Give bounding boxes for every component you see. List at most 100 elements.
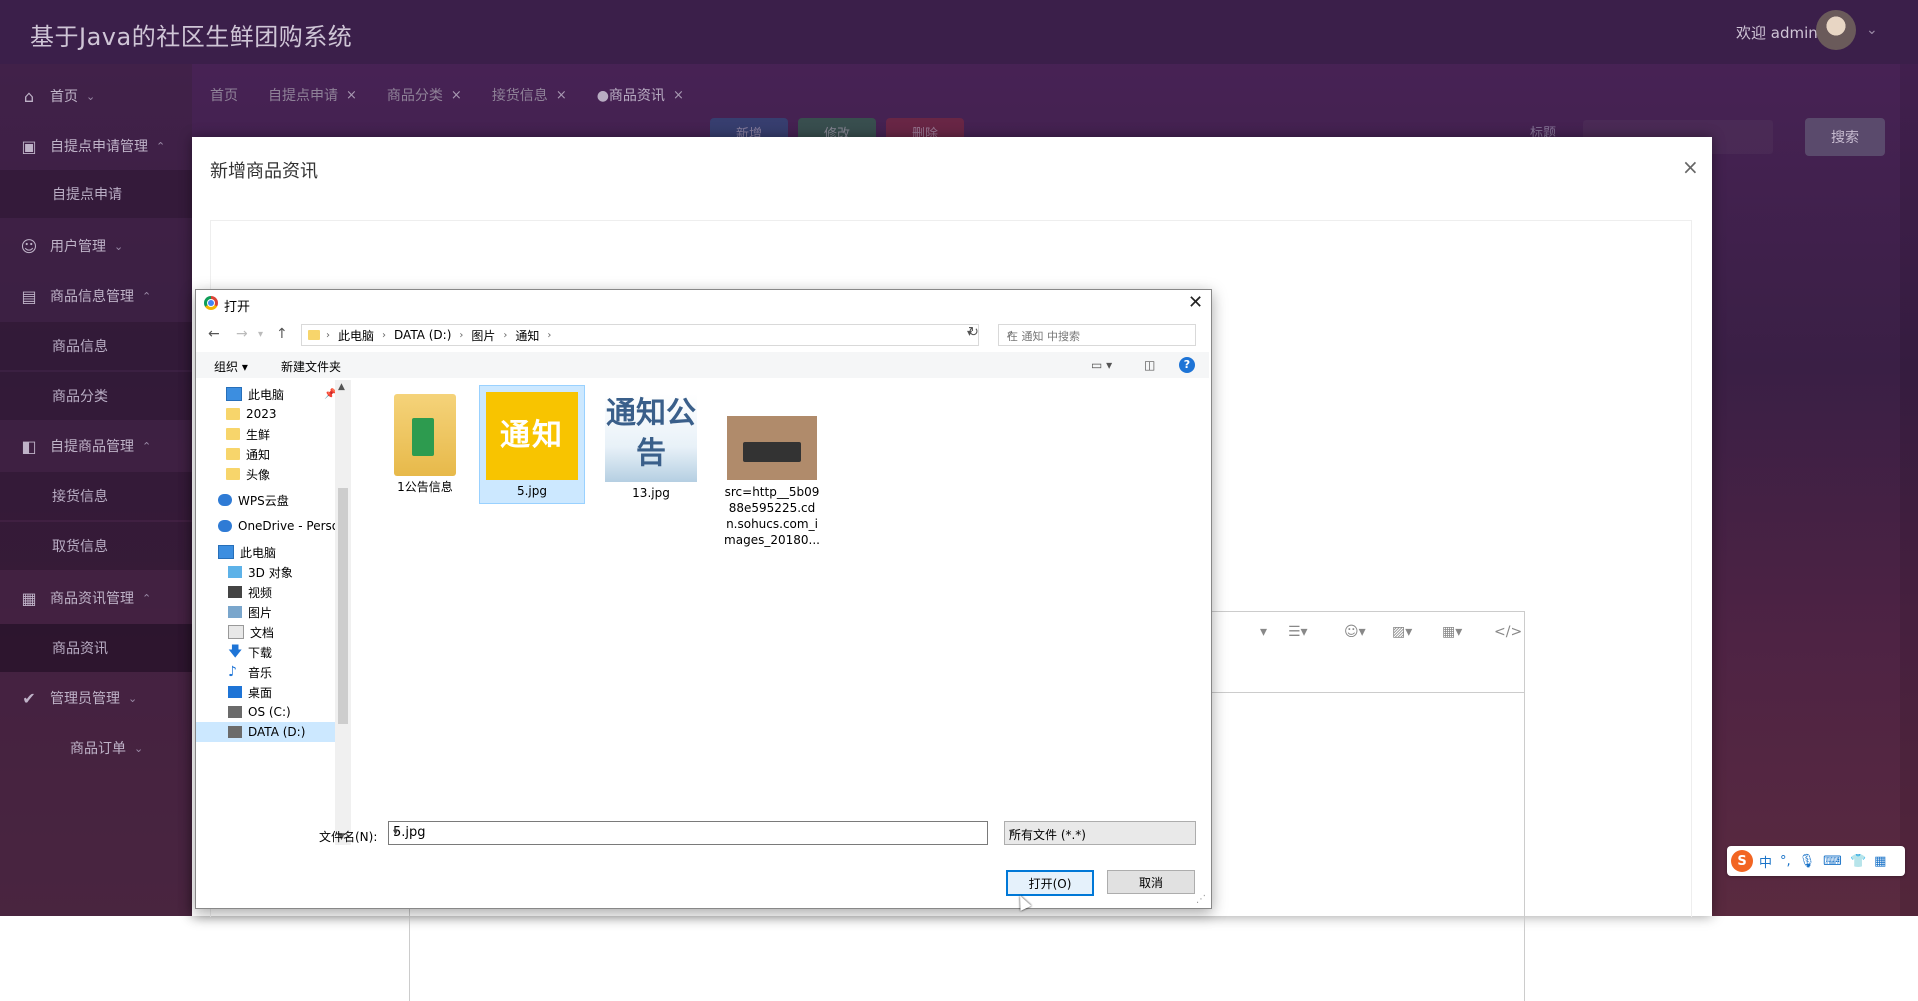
sidebar-item-news-mgmt[interactable]: ▦ 商品资讯管理 ⌃ [0, 574, 192, 622]
new-folder-button[interactable]: 新建文件夹 [281, 358, 341, 375]
breadcrumb-item[interactable]: 通知 [515, 327, 539, 344]
sidebar-item-receive-info[interactable]: 接货信息 [0, 472, 192, 520]
sidebar-item-pickup-apply[interactable]: 自提点申请 [0, 170, 192, 218]
sidebar-item-pickup-goods-mgmt[interactable]: ◧ 自提商品管理 ⌃ [0, 422, 192, 470]
tree-item[interactable]: 头像 [226, 464, 270, 484]
close-icon[interactable]: × [556, 88, 567, 103]
tree-item[interactable]: 文档 [228, 622, 274, 642]
file-item[interactable]: 通知 5.jpg [479, 385, 585, 504]
chevron-up-icon: ⌃ [142, 439, 152, 453]
desktop-icon [228, 686, 242, 698]
close-icon[interactable]: × [451, 88, 462, 103]
folder-icon [226, 468, 240, 480]
code-icon[interactable]: </> [1494, 624, 1522, 640]
tree-item[interactable]: 🡇 下载 [228, 642, 272, 662]
chevron-down-icon[interactable]: ⌄ [1866, 22, 1878, 38]
ime-mode[interactable]: 中 [1759, 852, 1772, 871]
tree-item[interactable]: OS (C:) [228, 702, 291, 722]
sidebar-item-goods-info[interactable]: 商品信息 [0, 322, 192, 370]
tree-item[interactable]: DATA (D:) [196, 722, 335, 742]
chevron-down-icon[interactable]: ▾ [1260, 624, 1267, 640]
view-icon[interactable]: ▭ ▾ [1091, 358, 1112, 372]
sidebar-item-goods-category[interactable]: 商品分类 [0, 372, 192, 420]
tree-item[interactable]: 通知 [226, 444, 270, 464]
tree-item[interactable]: 图片 [228, 602, 272, 622]
tab-pickup-apply[interactable]: 自提点申请 × [268, 80, 357, 110]
tree-item[interactable]: 此电脑 📌 [226, 384, 336, 404]
search-button[interactable]: 搜索 [1805, 118, 1885, 156]
cancel-button[interactable]: 取消 [1107, 870, 1195, 894]
shop-icon: ▣ [21, 136, 37, 156]
panel-icon: ◧ [21, 436, 37, 456]
tree-item[interactable]: 生鲜 [226, 424, 270, 444]
tree-item[interactable]: WPS云盘 [218, 490, 289, 510]
back-icon[interactable]: ← [208, 326, 220, 342]
organize-button[interactable]: 组织 ▾ [214, 358, 248, 375]
ime-toolbar[interactable]: S 中 °, 🎙 ⌨ 👕 ▦ [1727, 846, 1905, 876]
close-icon[interactable]: × [1682, 155, 1699, 179]
folder-search-input[interactable]: 在 通知 中搜索 ⌕ [998, 324, 1196, 346]
close-icon[interactable]: × [673, 88, 684, 103]
address-bar[interactable]: › 此电脑 › DATA (D:) › 图片 › 通知 › ▾ [301, 324, 979, 346]
open-button[interactable]: 打开(O) [1006, 870, 1094, 896]
skin-icon[interactable]: 👕 [1850, 854, 1866, 869]
tree-item[interactable]: 视频 [228, 582, 272, 602]
close-icon[interactable]: × [346, 88, 357, 103]
breadcrumb-item[interactable]: 图片 [471, 327, 495, 344]
tab-news[interactable]: ●商品资讯 × [597, 80, 684, 110]
sidebar-item-admin-mgmt[interactable]: ✔ 管理员管理 ⌄ [0, 674, 192, 722]
toolbox-icon[interactable]: ▦ [1874, 854, 1886, 869]
forward-icon[interactable]: → [236, 326, 248, 342]
download-icon: 🡇 [228, 644, 243, 660]
image-icon[interactable]: ▨▾ [1392, 624, 1412, 640]
indent-icon[interactable]: ☰▾ [1288, 624, 1308, 640]
tab-goods-category[interactable]: 商品分类 × [387, 80, 462, 110]
tree-scrollbar[interactable]: ▲ ▼ [335, 380, 351, 845]
breadcrumb-item[interactable]: DATA (D:) [394, 328, 451, 342]
image-thumbnail: 通知 [486, 392, 578, 480]
sidebar-item-news[interactable]: 商品资讯 [0, 624, 192, 672]
preview-pane-icon[interactable]: ◫ [1144, 358, 1155, 372]
file-item[interactable]: 通知公告 13.jpg [599, 388, 703, 500]
tree-item[interactable]: ♪ 音乐 [228, 662, 272, 682]
sidebar-item-pickup-info[interactable]: 取货信息 [0, 522, 192, 570]
chevron-down-icon[interactable]: ▾ [258, 329, 263, 340]
filename-label: 文件名(N): [319, 830, 378, 844]
sidebar-item-user-mgmt[interactable]: ☺ 用户管理 ⌄ [0, 222, 192, 270]
table-icon[interactable]: ▦▾ [1442, 624, 1462, 640]
sidebar-item-home[interactable]: ⌂ 首页 ⌄ [0, 72, 192, 120]
avatar[interactable] [1816, 10, 1856, 50]
tree-item[interactable]: 3D 对象 [228, 562, 293, 582]
emoji-icon[interactable]: ☺▾ [1344, 624, 1366, 640]
tree-item[interactable]: OneDrive - Perso [218, 516, 339, 536]
sidebar-item-pickup-apply-mgmt[interactable]: ▣ 自提点申请管理 ⌃ [0, 122, 192, 170]
tab-home[interactable]: 首页 [210, 80, 238, 110]
filename-input[interactable]: 5.jpg ▾ [388, 821, 988, 845]
top-header: 基于Java的社区生鲜团购系统 欢迎 admin ⌄ [0, 0, 1918, 64]
refresh-icon[interactable]: ↻ [968, 325, 979, 340]
sidebar-item-orders[interactable]: 商品订单 ⌄ [0, 724, 192, 772]
dialog-toolbar: 组织 ▾ 新建文件夹 ▭ ▾ ◫ ? [196, 352, 1209, 378]
sidebar-item-goods-mgmt[interactable]: ▤ 商品信息管理 ⌃ [0, 272, 192, 320]
music-icon: ♪ [228, 664, 237, 680]
breadcrumb-item[interactable]: 此电脑 [338, 327, 374, 344]
file-item[interactable]: src=http__5b0988e595225.cdn.sohucs.com_i… [724, 388, 820, 548]
tree-item[interactable]: 桌面 [228, 682, 272, 702]
keyboard-icon[interactable]: ⌨ [1823, 854, 1842, 869]
microphone-icon[interactable]: 🎙 [1799, 854, 1816, 869]
tree-item[interactable]: 2023 [226, 404, 277, 424]
tab-receive-info[interactable]: 接货信息 × [492, 80, 567, 110]
chevron-down-icon[interactable]: ▾ [393, 827, 982, 838]
chevron-up-icon[interactable]: ▲ [338, 382, 345, 392]
up-icon[interactable]: ↑ [276, 326, 288, 342]
resize-grip-icon[interactable]: ⋰ [1196, 894, 1206, 905]
filetype-select[interactable]: 所有文件 (*.*) ▾ [1004, 821, 1196, 845]
close-icon[interactable]: ✕ [1188, 292, 1203, 313]
file-item[interactable]: 1公告信息 [382, 388, 468, 494]
help-icon[interactable]: ? [1179, 357, 1195, 373]
punctuation-icon[interactable]: °, [1780, 854, 1791, 869]
image-thumbnail: 通知公告 [605, 394, 697, 482]
scroll-thumb[interactable] [338, 488, 348, 724]
tree-item[interactable]: 此电脑 [218, 542, 276, 562]
page-scrollbar[interactable] [1900, 64, 1918, 916]
